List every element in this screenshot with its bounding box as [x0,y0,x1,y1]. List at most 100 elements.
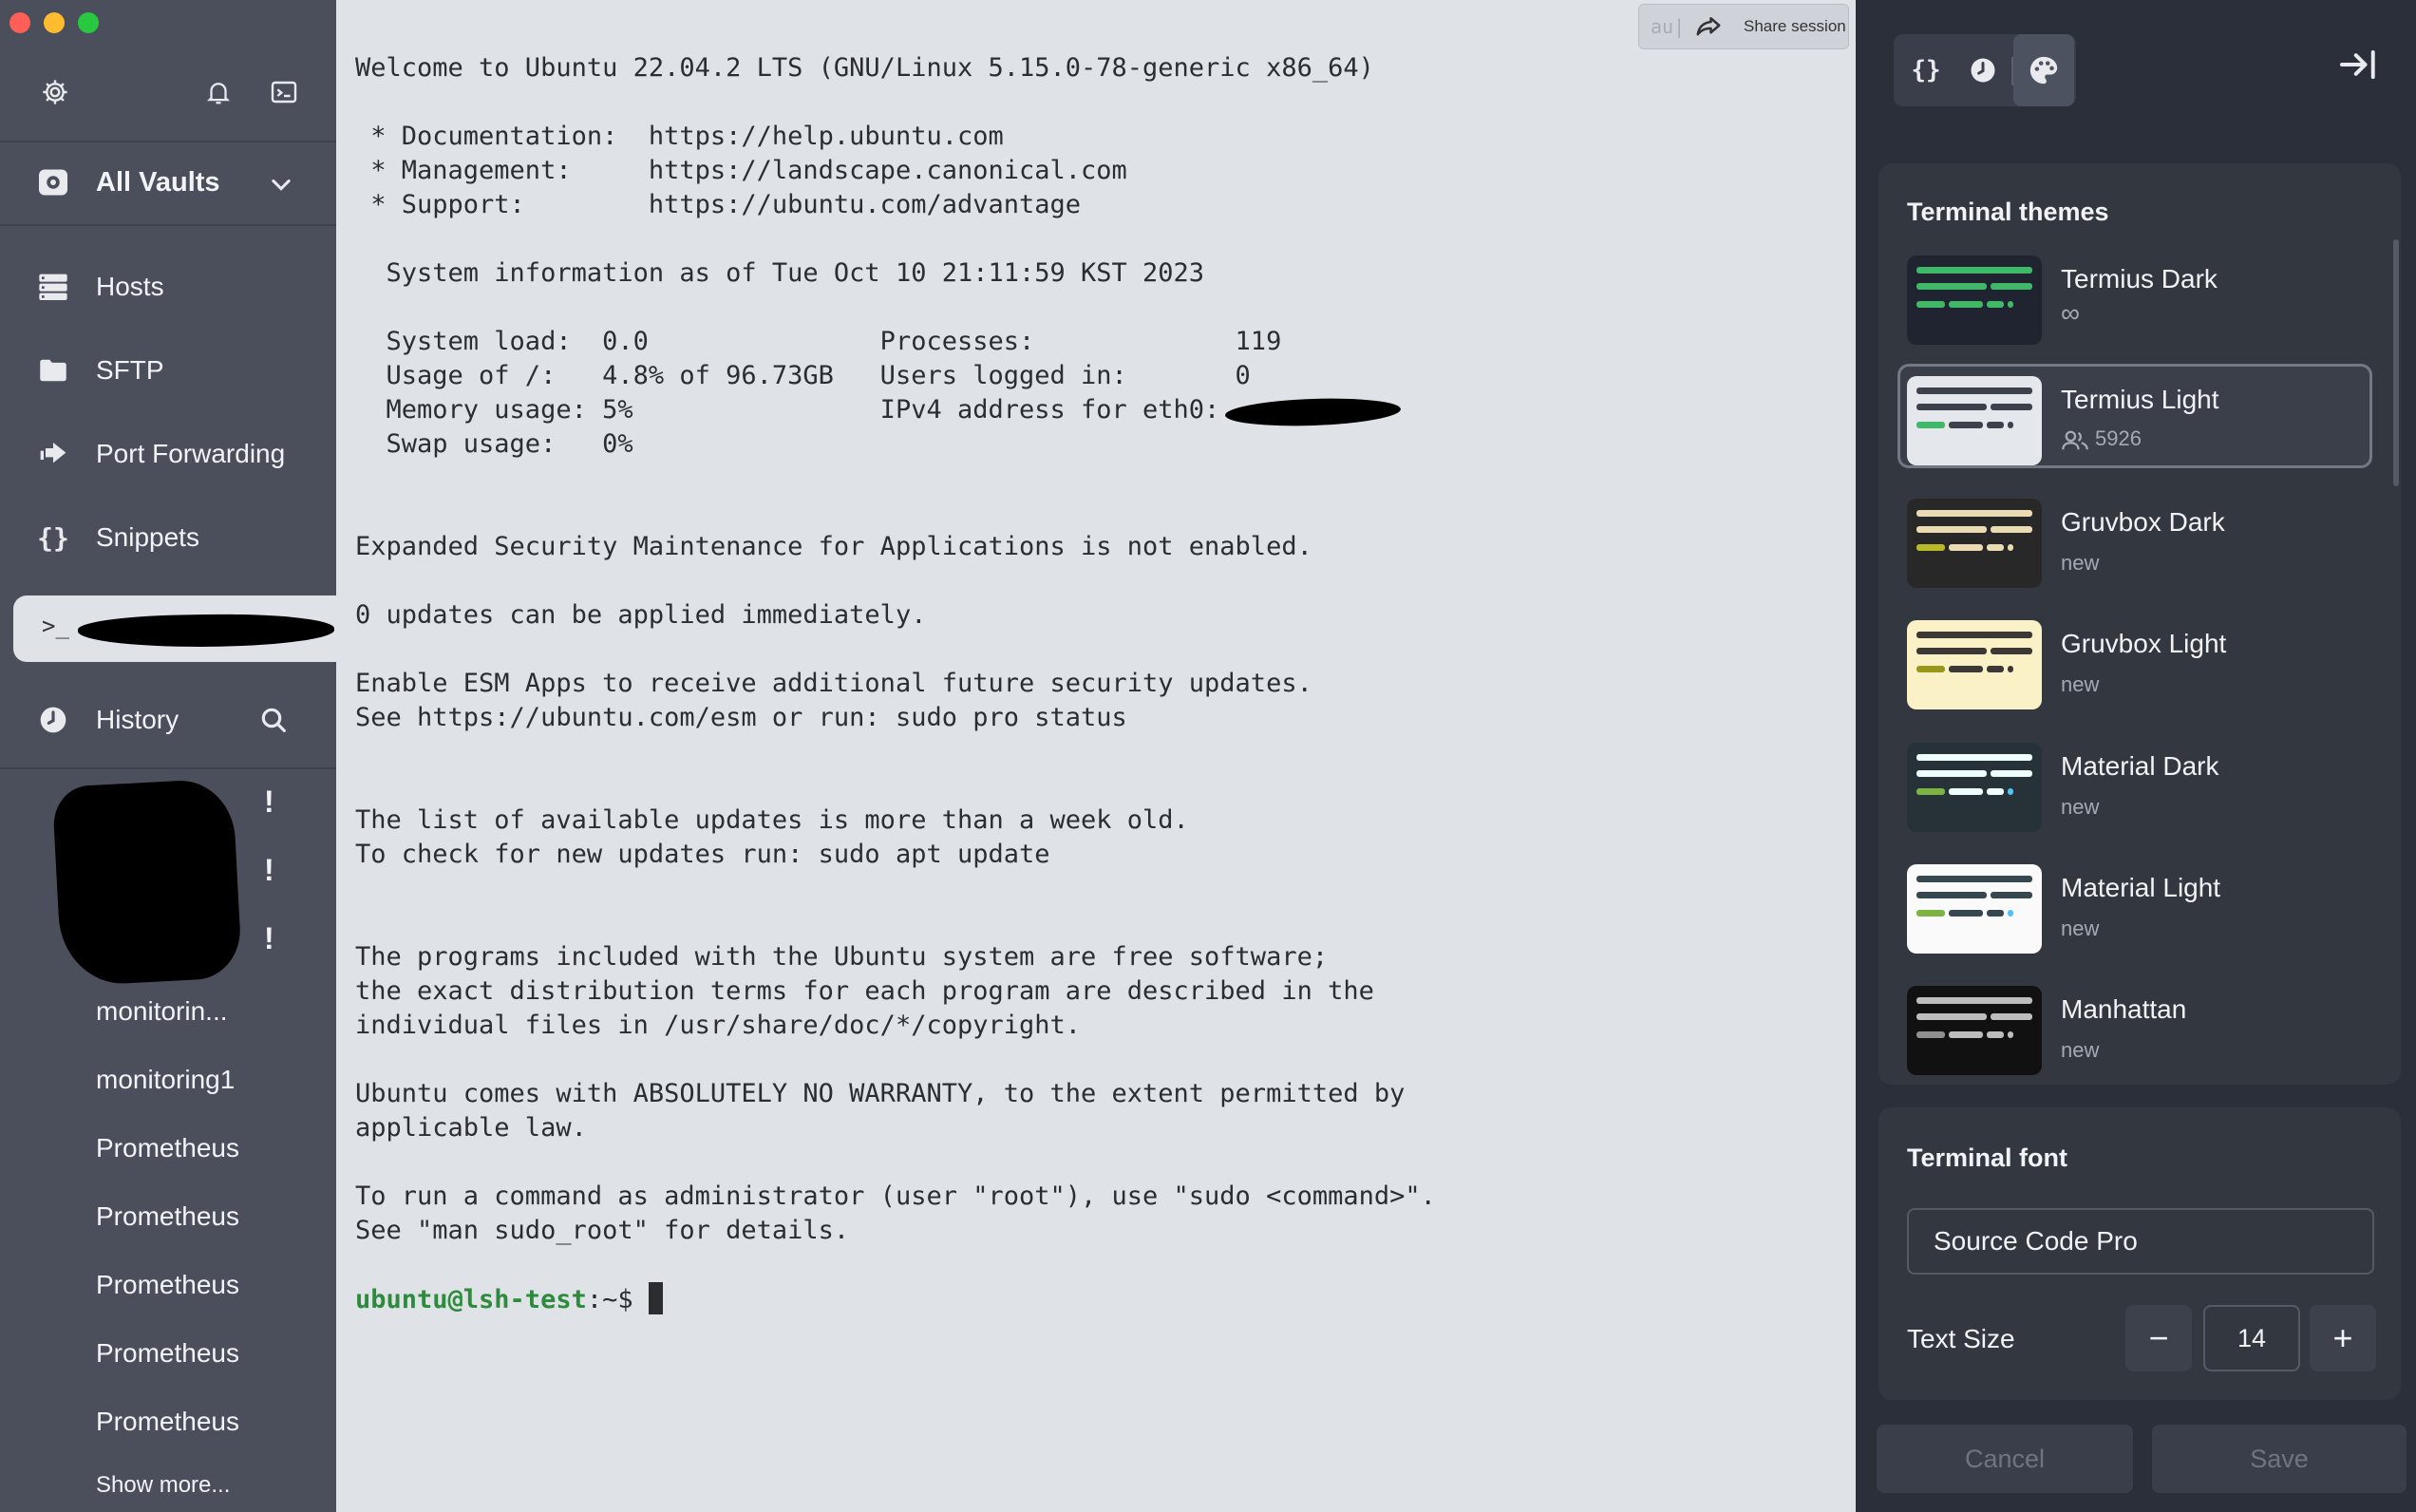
terminal-cursor [648,1282,663,1314]
alert-icon: ! [264,853,274,887]
theme-material-dark[interactable]: Material Dark new [1897,730,2372,835]
theme-material-light[interactable]: Material Light new [1897,852,2372,956]
theme-gruvbox-dark[interactable]: Gruvbox Dark new [1897,486,2372,591]
theme-badge: new [2061,1038,2100,1062]
themes-scrollbar[interactable] [2393,239,2399,486]
sidebar-toolbar [0,68,336,116]
text-size-input[interactable]: 14 [2203,1305,2300,1371]
terminal-font-card: Terminal font Source Code Pro Text Size … [1878,1107,2401,1400]
cancel-button[interactable]: Cancel [1877,1425,2133,1493]
settings-panel: {} Terminal themes Termius Dark ∞ Termiu… [1856,0,2416,1512]
tab-snippets[interactable]: {} [1896,34,1956,106]
theme-name: Manhattan [2061,994,2187,1024]
gear-icon[interactable] [31,68,79,116]
theme-name: Termius Dark [2061,264,2218,293]
theme-badge: new [2061,672,2100,696]
chevron-down-icon[interactable] [268,171,294,202]
show-more-link[interactable]: Show more... [96,1472,230,1499]
history-item[interactable]: Prometheus [96,1133,239,1163]
history-label: History [96,705,179,734]
prompt-path: :~$ [586,1285,649,1314]
minus-icon: − [2148,1318,2169,1357]
plus-icon: + [2332,1318,2353,1357]
theme-name: Material Light [2061,873,2221,902]
text-size-label: Text Size [1907,1324,2015,1353]
terminal-prompt-icon: >_ [42,613,69,639]
sidebar-item-snippets[interactable]: {} Snippets [0,504,336,571]
theme-termius-dark[interactable]: Termius Dark ∞ [1897,243,2372,348]
prompt-user-host: ubuntu@lsh-test [355,1285,587,1314]
history-item[interactable]: Prometheus [96,1407,239,1437]
theme-thumbnail [1907,499,2042,588]
theme-termius-light[interactable]: Termius Light 5926 [1897,364,2372,468]
tab-themes[interactable] [2013,34,2074,106]
vault-selector[interactable]: All Vaults [0,152,336,213]
minimize-window-button[interactable] [44,12,65,33]
font-family-select[interactable]: Source Code Pro [1907,1208,2374,1275]
history-item[interactable]: monitorin... [96,996,228,1027]
sidebar-item-port-forwarding[interactable]: Port Forwarding [0,421,336,487]
theme-name: Gruvbox Light [2061,629,2227,658]
bell-icon[interactable] [195,68,242,116]
search-icon[interactable] [258,705,289,740]
snippets-icon: {} [1911,56,1941,85]
theme-manhattan[interactable]: Manhattan new [1897,973,2372,1078]
redacted-history-entries [51,778,243,987]
theme-thumbnail [1907,986,2042,1075]
alert-icon: ! [264,784,274,819]
theme-name: Material Dark [2061,751,2219,781]
terminal-output: Welcome to Ubuntu 22.04.2 LTS (GNU/Linux… [355,51,1436,1317]
theme-thumbnail [1907,620,2042,709]
share-session-hint: au| [1651,15,1686,38]
terminal-themes-title: Terminal themes [1907,198,2109,226]
history-item[interactable]: Prometheus [96,1270,239,1300]
terminal-icon[interactable] [260,68,308,116]
theme-gruvbox-light[interactable]: Gruvbox Light new [1897,608,2372,712]
share-arrow-icon [1694,12,1723,46]
clock-icon [1971,58,1995,83]
history-item[interactable]: monitoring1 [96,1065,235,1095]
sidebar-divider [0,224,336,226]
port-forwarding-icon [36,437,70,471]
share-session-button[interactable]: au| Share session [1638,4,1849,49]
collapse-panel-icon[interactable] [2338,47,2380,86]
theme-thumbnail [1907,864,2042,954]
folder-icon [36,353,70,387]
save-button[interactable]: Save [2152,1425,2407,1493]
terminal-output-text: Welcome to Ubuntu 22.04.2 LTS (GNU/Linux… [355,53,1436,1245]
sidebar-item-hosts[interactable]: Hosts [0,254,336,320]
close-window-button[interactable] [9,12,30,33]
maximize-window-button[interactable] [78,12,99,33]
theme-name: Termius Light [2061,385,2219,414]
active-session-tab[interactable]: >_ [13,595,336,662]
sidebar-divider [0,141,336,142]
hosts-icon [36,270,70,304]
sidebar-item-sftp[interactable]: SFTP [0,337,336,404]
theme-thumbnail [1907,255,2042,345]
theme-badge: new [2061,551,2100,575]
terminal-themes-card: Terminal themes Termius Dark ∞ Termius L… [1878,163,2401,1085]
snippets-icon: {} [37,521,69,554]
palette-icon [2029,56,2058,85]
tab-history[interactable] [1953,34,2013,106]
users-icon [2061,429,2089,457]
history-item[interactable]: Prometheus [96,1338,239,1369]
sidebar-divider [0,767,336,769]
history-item[interactable]: Prometheus [96,1201,239,1232]
theme-users-count: 5926 [2095,426,2142,450]
clock-icon [38,705,68,740]
vault-icon [36,165,70,204]
theme-thumbnail [1907,376,2042,465]
alert-icon: ! [264,921,274,955]
theme-thumbnail [1907,743,2042,832]
theme-badge: new [2061,917,2100,940]
cancel-label: Cancel [1964,1444,2046,1473]
sidebar-item-label: SFTP [96,355,164,385]
vault-label: All Vaults [96,166,220,198]
share-session-label: Share session [1744,17,1846,35]
sidebar: All Vaults Hosts SFTP Port Forwarding {}… [0,0,336,1512]
history-header[interactable]: History [0,688,336,754]
increase-text-size-button[interactable]: + [2310,1305,2376,1371]
decrease-text-size-button[interactable]: − [2125,1305,2192,1371]
redacted-host-name [77,612,335,650]
